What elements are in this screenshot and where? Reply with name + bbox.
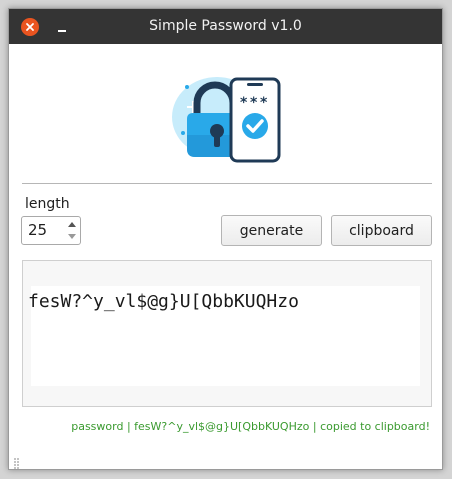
title-bar[interactable]: Simple Password v1.0 — [9, 9, 442, 44]
generate-button[interactable]: generate — [221, 215, 322, 246]
length-label: length — [25, 196, 70, 212]
resize-grip-icon — [14, 458, 19, 469]
app-logo: * * * — [169, 69, 289, 164]
window-title: Simple Password v1.0 — [149, 18, 302, 34]
separator — [22, 183, 432, 184]
status-message: password | fesW?^y_vl$@g}U[QbbKUQHzo | c… — [71, 420, 430, 433]
svg-text:*: * — [240, 95, 248, 111]
spin-up-button[interactable] — [66, 218, 78, 230]
length-spinbox[interactable]: 25 — [21, 216, 81, 245]
password-text[interactable]: fesW?^y_vl$@g}U[QbbKUQHzo — [28, 291, 299, 312]
padlock-phone-logo: * * * — [172, 77, 281, 163]
svg-text:*: * — [260, 95, 268, 111]
length-value[interactable]: 25 — [28, 217, 47, 244]
resize-grip[interactable] — [13, 454, 21, 469]
spin-down-button[interactable] — [66, 231, 78, 243]
spin-down-icon — [68, 234, 76, 239]
spin-up-icon — [68, 222, 76, 227]
clipboard-button[interactable]: clipboard — [331, 215, 432, 246]
password-output-box — [22, 260, 432, 407]
svg-text:*: * — [250, 95, 258, 111]
app-window: Simple Password v1.0 * * * length 25 gen… — [8, 8, 443, 470]
